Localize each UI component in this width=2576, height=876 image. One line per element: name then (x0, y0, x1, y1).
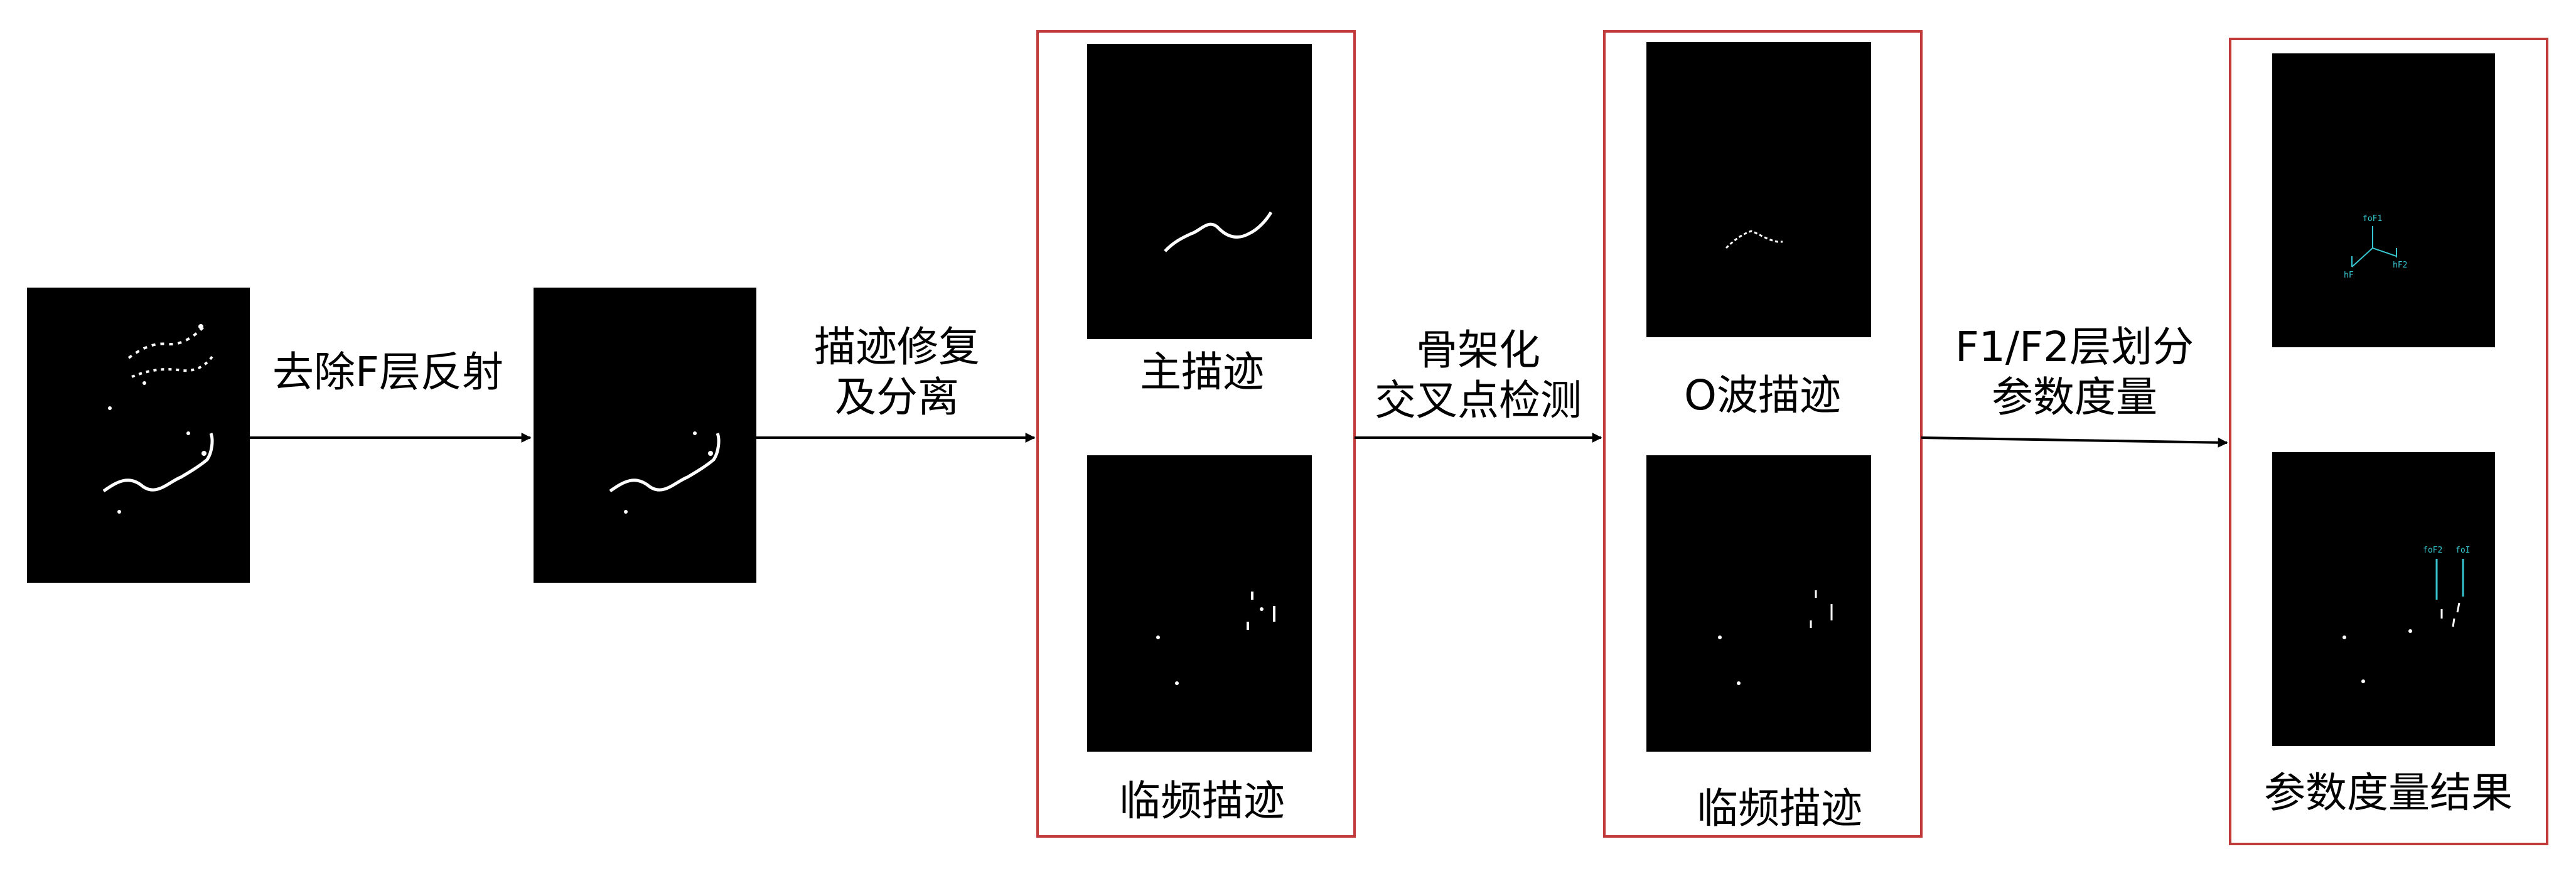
stage-label-skeleton-1: 骨架化 (1416, 326, 1540, 374)
stage-label-remove-reflection: 去除F层反射 (272, 348, 503, 396)
panel-label-critical-freq-trace-2: 临频描迹 (1697, 784, 1862, 833)
main-trace-image (1087, 44, 1312, 339)
panel-label-main-trace: 主描迹 (1140, 348, 1264, 396)
panel-label-measurement-result: 参数度量结果 (2264, 769, 2513, 817)
stage-label-division-2: 参数度量 (1992, 373, 2157, 421)
fof1-annotation: foF1 (2363, 214, 2382, 224)
panel-label-o-wave-trace: O波描迹 (1684, 371, 1841, 419)
stage-label-trace-repair-1: 描迹修复 (814, 323, 980, 371)
stage-label-division-1: F1/F2层划分 (1955, 323, 2194, 371)
raw-ionogram-image (27, 288, 250, 583)
hf2-annotation: hF2 (2393, 261, 2407, 270)
critical-frequency-trace-image (1087, 455, 1312, 752)
critical-frequency-skeleton-image (1646, 455, 1871, 752)
o-wave-trace-image (1646, 42, 1871, 337)
foi-annotation: foI (2455, 546, 2470, 555)
ionogram-processing-diagram: foF1 hF hF2 foF2 foI 去除F层反射 描迹修复 及分离 骨架化… (27, 30, 2548, 845)
panel-label-critical-freq-trace: 临频描迹 (1119, 777, 1285, 825)
stage-label-trace-repair-2: 及分离 (835, 373, 959, 421)
hf-annotation: hF (2344, 271, 2354, 280)
fof2-annotation: foF2 (2423, 546, 2442, 555)
measurement-result-upper-image: foF1 hF hF2 (2272, 53, 2495, 347)
reflection-removed-image (534, 288, 756, 583)
stage-label-skeleton-2: 交叉点检测 (1375, 376, 1582, 424)
arrow-parameter-division (1921, 436, 2228, 448)
measurement-result-lower-image: foF2 foI (2272, 452, 2495, 746)
